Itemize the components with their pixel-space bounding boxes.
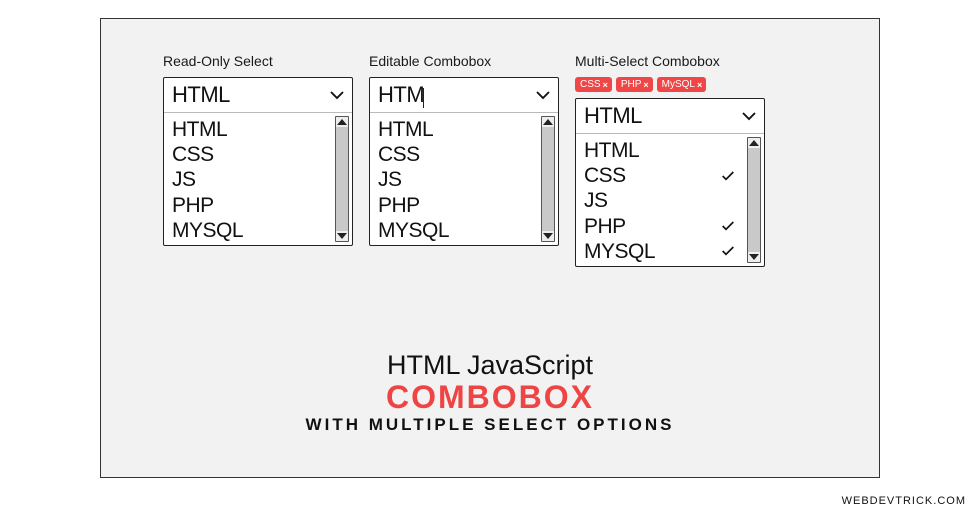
list-item[interactable]: HTML [172, 117, 348, 142]
list-item[interactable]: HTML [378, 117, 554, 142]
selected-tags: CSS× PHP× MySQL× [575, 77, 765, 92]
tag-label: PHP [621, 79, 642, 90]
list-item[interactable]: HTML [584, 138, 760, 163]
list-item[interactable]: CSS [378, 142, 554, 167]
hero-line-3: WITH MULTIPLE SELECT OPTIONS [101, 415, 879, 435]
multi-select-head[interactable]: HTML [576, 99, 764, 134]
readonly-value: HTML [172, 82, 230, 108]
tag-mysql[interactable]: MySQL× [657, 77, 707, 92]
close-icon[interactable]: × [603, 80, 608, 90]
chevron-down-icon [328, 86, 346, 104]
hero-line-1: HTML JavaScript [101, 350, 879, 381]
editable-value: HTM [378, 82, 424, 107]
readonly-column: Read-Only Select HTML HTML CSS JS PHP MY… [163, 53, 353, 246]
readonly-select-head[interactable]: HTML [164, 78, 352, 113]
scrollbar[interactable] [335, 116, 349, 242]
readonly-option-list: HTML CSS JS PHP MYSQL [164, 113, 352, 245]
close-icon[interactable]: × [697, 80, 702, 90]
list-item[interactable]: JS [172, 167, 348, 192]
scroll-down-icon [749, 254, 759, 260]
hero-line-2: COMBOBOX [101, 381, 879, 413]
list-item[interactable]: JS [584, 188, 760, 213]
scroll-down-icon [337, 233, 347, 239]
check-icon [720, 218, 736, 234]
readonly-label: Read-Only Select [163, 53, 353, 69]
hero-title: HTML JavaScript COMBOBOX WITH MULTIPLE S… [101, 350, 879, 435]
multi-label: Multi-Select Combobox [575, 53, 765, 69]
tag-label: MySQL [662, 79, 695, 90]
scroll-up-icon [543, 119, 553, 125]
multi-combobox: HTML HTML CSS JS PHP MYSQL [575, 98, 765, 267]
scroll-up-icon [749, 140, 759, 146]
list-item[interactable]: MYSQL [378, 218, 554, 243]
multi-value: HTML [584, 103, 642, 129]
editable-column: Editable Combobox HTM HTML CSS JS PHP MY… [369, 53, 559, 246]
list-item[interactable]: CSS [172, 142, 348, 167]
tag-php[interactable]: PHP× [616, 77, 653, 92]
scroll-down-icon [543, 233, 553, 239]
editable-input[interactable]: HTM [378, 82, 424, 108]
editable-option-list: HTML CSS JS PHP MYSQL [370, 113, 558, 245]
list-item[interactable]: PHP [172, 193, 348, 218]
watermark: WEBDEVTRICK.COM [842, 495, 966, 507]
editable-combobox: HTM HTML CSS JS PHP MYSQL [369, 77, 559, 246]
scrollbar[interactable] [747, 137, 761, 263]
text-cursor-icon [423, 88, 424, 108]
check-icon [720, 168, 736, 184]
scroll-thumb[interactable] [336, 127, 348, 231]
editable-input-head[interactable]: HTM [370, 78, 558, 113]
chevron-down-icon [534, 86, 552, 104]
list-item[interactable]: JS [378, 167, 554, 192]
scroll-up-icon [337, 119, 347, 125]
tag-css[interactable]: CSS× [575, 77, 612, 92]
close-icon[interactable]: × [643, 80, 648, 90]
scroll-thumb[interactable] [542, 127, 554, 231]
editable-label: Editable Combobox [369, 53, 559, 69]
tag-label: CSS [580, 79, 601, 90]
demo-frame: Read-Only Select HTML HTML CSS JS PHP MY… [100, 18, 880, 478]
scroll-thumb[interactable] [748, 148, 760, 252]
list-item[interactable]: MYSQL [172, 218, 348, 243]
multi-option-list: HTML CSS JS PHP MYSQL [576, 134, 764, 266]
multi-column: Multi-Select Combobox CSS× PHP× MySQL× H… [575, 53, 765, 267]
list-item[interactable]: PHP [378, 193, 554, 218]
check-icon [720, 243, 736, 259]
readonly-combobox: HTML HTML CSS JS PHP MYSQL [163, 77, 353, 246]
chevron-down-icon [740, 107, 758, 125]
scrollbar[interactable] [541, 116, 555, 242]
